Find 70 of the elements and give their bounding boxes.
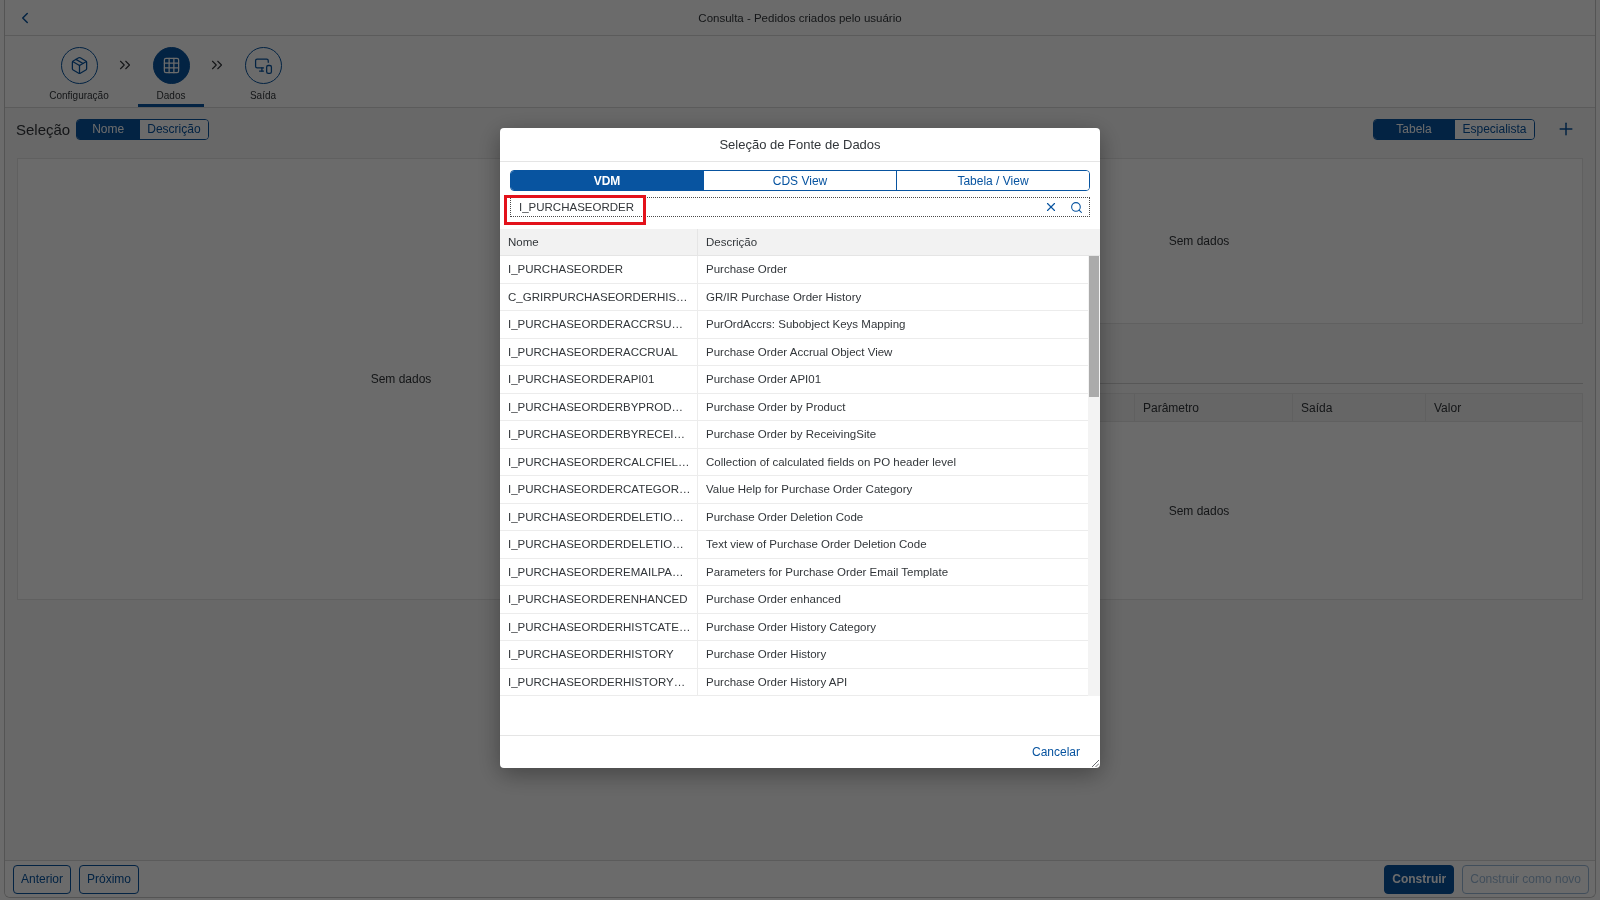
- table-row[interactable]: I_PURCHASEORDERHISTORY… Purchase Order History API: [500, 668, 1088, 696]
- table-row[interactable]: I_PURCHASEORDERAPI01 Purchase Order API01: [500, 366, 1088, 394]
- table-cell: I_PURCHASEORDERACCRSU…: [500, 311, 698, 338]
- table-row[interactable]: I_PURCHASEORDERDELETIO… Text view of Purchase Order Deletion Code: [500, 531, 1088, 559]
- table-cell: I_PURCHASEORDERCALCFIEL…: [500, 448, 698, 475]
- package-icon: [60, 47, 98, 84]
- table-cell-text: Collection of calculated fields on PO header level: [705, 454, 957, 470]
- table-cell-text: Purchase Order History API: [705, 674, 849, 690]
- column-header: Parâmetro: [1134, 394, 1292, 421]
- table-cell-text: Value Help for Purchase Order Category: [705, 482, 914, 498]
- empty-message: Sem dados: [1168, 503, 1230, 518]
- table-cell-text: Parameters for Purchase Order Email Template: [705, 564, 950, 580]
- table-cell: I_PURCHASEORDERBYRECEI…: [500, 421, 698, 448]
- table-cell: C_GRIRPURCHASEORDERHIS…: [500, 283, 698, 310]
- table-row[interactable]: I_PURCHASEORDERHISTCATE… Purchase Order History Category: [500, 613, 1088, 641]
- search-field[interactable]: I_PURCHASEORDER: [510, 197, 1090, 217]
- empty-message: Sem dados: [1168, 234, 1230, 248]
- table-cell: I_PURCHASEORDERHISTORY…: [500, 668, 698, 695]
- table-row[interactable]: I_PURCHASEORDERCALCFIEL… Collection of calculated fields on PO header level: [500, 448, 1088, 476]
- table-cell: I_PURCHASEORDER: [500, 256, 698, 283]
- devices-icon: [244, 47, 282, 84]
- clear-icon[interactable]: [1044, 200, 1058, 214]
- table-row[interactable]: I_PURCHASEORDERACCRSU… PurOrdAccrs: Subobject Keys Mapping: [500, 311, 1088, 339]
- table-cell-text: Purchase Order Deletion Code: [705, 509, 865, 525]
- source-tab[interactable]: VDM: [511, 171, 703, 190]
- cancel-button[interactable]: Cancelar: [1025, 741, 1086, 763]
- table-row[interactable]: I_PURCHASEORDERDELETIO… Purchase Order Deletion Code: [500, 503, 1088, 531]
- table-row[interactable]: I_PURCHASEORDERCATEGOR… Value Help for Purchase Order Category: [500, 476, 1088, 504]
- table-cell-text: GR/IR Purchase Order History: [705, 289, 863, 305]
- table-cell-text: Purchase Order enhanced: [705, 592, 842, 608]
- table-cell-text: Purchase Order API01: [705, 372, 823, 388]
- table-row[interactable]: I_PURCHASEORDERENHANCED Purchase Order enhanced: [500, 586, 1088, 614]
- scrollbar[interactable]: [1088, 256, 1100, 696]
- column-header: Descrição: [705, 235, 759, 250]
- table-cell: I_PURCHASEORDERCATEGOR…: [500, 476, 698, 503]
- table-cell-text: Purchase Order History Category: [705, 619, 877, 635]
- table-cell: I_PURCHASEORDERDELETIO…: [500, 503, 698, 530]
- table-row[interactable]: I_PURCHASEORDERBYRECEI… Purchase Order by ReceivingSite: [500, 421, 1088, 449]
- table-cell-text: Text view of Purchase Order Deletion Code: [705, 537, 928, 553]
- table-row[interactable]: I_PURCHASEORDERBYPROD… Purchase Order by Product: [500, 393, 1088, 421]
- table-cell-text: PurOrdAccrs: Subobject Keys Mapping: [705, 317, 907, 333]
- table-cell-text: Purchase Order Accrual Object View: [705, 344, 894, 360]
- table-row[interactable]: I_PURCHASEORDERACCRUAL Purchase Order Accrual Object View: [500, 338, 1088, 366]
- table-cell: I_PURCHASEORDERAPI01: [500, 366, 698, 393]
- table-row[interactable]: I_PURCHASEORDEREMAILPA… Parameters for Purchase Order Email Template: [500, 558, 1088, 586]
- table-cell: I_PURCHASEORDERHISTCATE…: [500, 613, 698, 640]
- empty-message: Sem dados: [370, 372, 432, 386]
- column-header: Nome: [500, 229, 698, 255]
- page-title: Consulta - Pedidos criados pelo usuário: [698, 11, 902, 24]
- table-cell-text: Purchase Order by Product: [705, 399, 847, 415]
- column-header: Saída: [1292, 394, 1425, 421]
- table-cell: I_PURCHASEORDERENHANCED: [500, 586, 698, 613]
- table-row[interactable]: I_PURCHASEORDER Purchase Order: [500, 256, 1088, 284]
- resize-grip-icon[interactable]: [1092, 760, 1099, 767]
- search-icon[interactable]: [1070, 200, 1083, 214]
- table-cell: I_PURCHASEORDERACCRUAL: [500, 338, 698, 365]
- table-cell: I_PURCHASEORDERBYPROD…: [500, 393, 698, 420]
- table-cell-text: Purchase Order History: [705, 647, 828, 663]
- grid-icon: [152, 47, 190, 84]
- source-tab[interactable]: Tabela / View: [896, 171, 1089, 190]
- table-cell-text: Purchase Order by ReceivingSite: [705, 427, 878, 443]
- dialog-title: Seleção de Fonte de Dados: [719, 137, 881, 152]
- table-row[interactable]: I_PURCHASEORDERHISTORY Purchase Order History: [500, 641, 1088, 669]
- section-title: Seleção: [16, 120, 71, 138]
- table-cell: I_PURCHASEORDEREMAILPA…: [500, 558, 698, 585]
- table-cell: I_PURCHASEORDERDELETIO…: [500, 531, 698, 558]
- table-row[interactable]: C_GRIRPURCHASEORDERHIS… GR/IR Purchase Order History: [500, 283, 1088, 311]
- table-cell-text: Purchase Order: [705, 262, 789, 278]
- table-cell: I_PURCHASEORDERHISTORY: [500, 641, 698, 668]
- column-header: Valor: [1425, 394, 1582, 421]
